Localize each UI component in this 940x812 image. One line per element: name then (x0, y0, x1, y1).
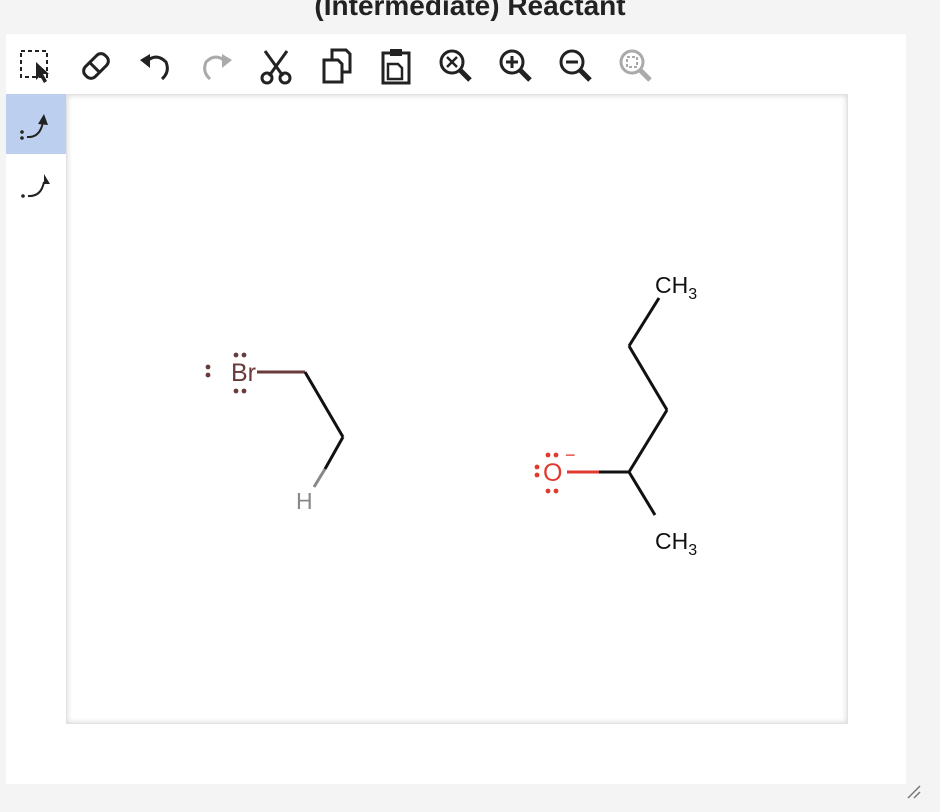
zoom-out-icon (559, 49, 592, 82)
toolbar (6, 34, 906, 94)
bond-c-h-dark[interactable] (323, 436, 345, 470)
undo-icon (140, 54, 169, 81)
top-methyl-group[interactable]: CH3 (655, 272, 697, 303)
scissors-icon (260, 50, 292, 85)
bond-c-h-light[interactable] (312, 468, 327, 488)
redo-button[interactable] (194, 44, 238, 88)
page: (Intermediate) Reactant Br H CH3 CH3 O − (0, 0, 940, 812)
zoom-fit-button[interactable] (614, 44, 658, 88)
zoom-out-button[interactable] (554, 44, 598, 88)
select-tool[interactable] (14, 44, 58, 88)
undo-button[interactable] (134, 44, 178, 88)
drawing-canvas[interactable]: Br H CH3 CH3 O − (66, 94, 848, 724)
bromoethane-molecule[interactable]: Br H (205, 352, 345, 514)
zoom-in-button[interactable] (494, 44, 538, 88)
bond-c-ch3-bottom[interactable] (627, 471, 657, 516)
single-electron-arrow-tool[interactable] (6, 154, 66, 214)
eraser-icon (82, 52, 110, 80)
clipboard-icon (381, 49, 411, 85)
bottom-methyl-group[interactable]: CH3 (655, 528, 697, 559)
bond-c-c-2[interactable] (627, 345, 669, 411)
zoom-fit-icon (619, 49, 652, 82)
redo-icon (203, 54, 232, 81)
zoom-reset-icon (439, 49, 472, 82)
alkoxide-molecule[interactable]: CH3 CH3 O − (534, 272, 698, 559)
resize-grip-icon[interactable] (906, 784, 922, 800)
bond-ch3-c[interactable] (627, 297, 661, 347)
side-toolbar (6, 94, 66, 214)
copy-icon (322, 48, 352, 84)
bond-c-c[interactable] (303, 371, 345, 438)
bond-c-c-3[interactable] (627, 409, 669, 473)
electron-pair-arrow-tool[interactable] (6, 94, 66, 154)
copy-button[interactable] (314, 44, 358, 88)
zoom-reset-button[interactable] (434, 44, 478, 88)
paste-button[interactable] (374, 44, 418, 88)
page-title: (Intermediate) Reactant (314, 0, 626, 21)
marquee-select-icon (20, 50, 49, 83)
cut-button[interactable] (254, 44, 298, 88)
oxygen-atom[interactable]: O (543, 459, 562, 487)
hydrogen-atom[interactable]: H (296, 488, 313, 514)
drawing-panel: Br H CH3 CH3 O − (6, 34, 906, 784)
erase-tool[interactable] (74, 44, 118, 88)
zoom-in-icon (499, 49, 532, 82)
curved-arrow-pair-icon (20, 114, 48, 140)
bromine-atom[interactable]: Br (231, 359, 256, 387)
curved-arrow-single-icon (21, 174, 50, 198)
oxygen-negative-charge: − (565, 445, 576, 465)
